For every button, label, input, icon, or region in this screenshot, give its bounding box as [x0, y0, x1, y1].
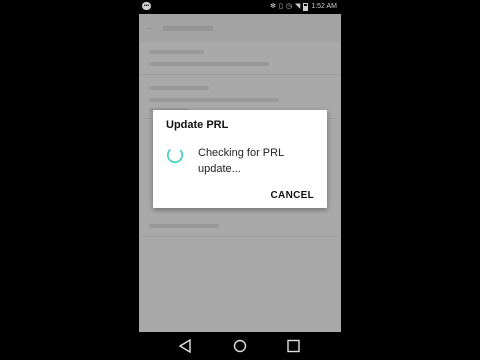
- alarm-icon: ◷: [285, 3, 292, 10]
- list-item-blurred: [149, 224, 219, 228]
- vibrate-icon: ▯: [278, 3, 283, 10]
- back-arrow-icon: ←: [145, 22, 155, 33]
- status-bar: ••• ✻ ▯ ◷ ◥ 1:52 AM: [139, 0, 341, 14]
- recents-square-icon[interactable]: [287, 339, 300, 353]
- list-item-blurred: [149, 50, 204, 54]
- battery-icon: [303, 3, 309, 11]
- update-prl-dialog: Update PRL Checking for PRL update... CA…: [153, 110, 327, 208]
- cancel-button[interactable]: CANCEL: [271, 190, 314, 201]
- dialog-message: Checking for PRL update...: [198, 147, 284, 175]
- header-title-blurred: [163, 26, 213, 31]
- list-item-blurred: [149, 98, 279, 102]
- loading-spinner-icon: [166, 146, 184, 164]
- app-header: ←: [139, 14, 341, 42]
- back-triangle-icon[interactable]: [179, 339, 191, 353]
- navigation-bar: [139, 332, 341, 360]
- divider: [139, 236, 341, 237]
- settings-icon: ✻: [270, 3, 276, 10]
- clock-time: 1:52 AM: [311, 3, 337, 10]
- list-item-blurred: [149, 86, 209, 90]
- message-bubble-icon: •••: [142, 2, 151, 10]
- home-circle-icon[interactable]: [233, 339, 247, 353]
- list-item-blurred: [149, 62, 269, 66]
- phone-screen: ••• ✻ ▯ ◷ ◥ 1:52 AM ← Update PRL Checkin…: [139, 0, 341, 360]
- dialog-title: Update PRL: [166, 119, 229, 131]
- wifi-icon: ◥: [294, 3, 301, 10]
- status-icons: ✻ ▯ ◷ ◥ 1:52 AM: [270, 3, 337, 11]
- divider: [139, 74, 341, 75]
